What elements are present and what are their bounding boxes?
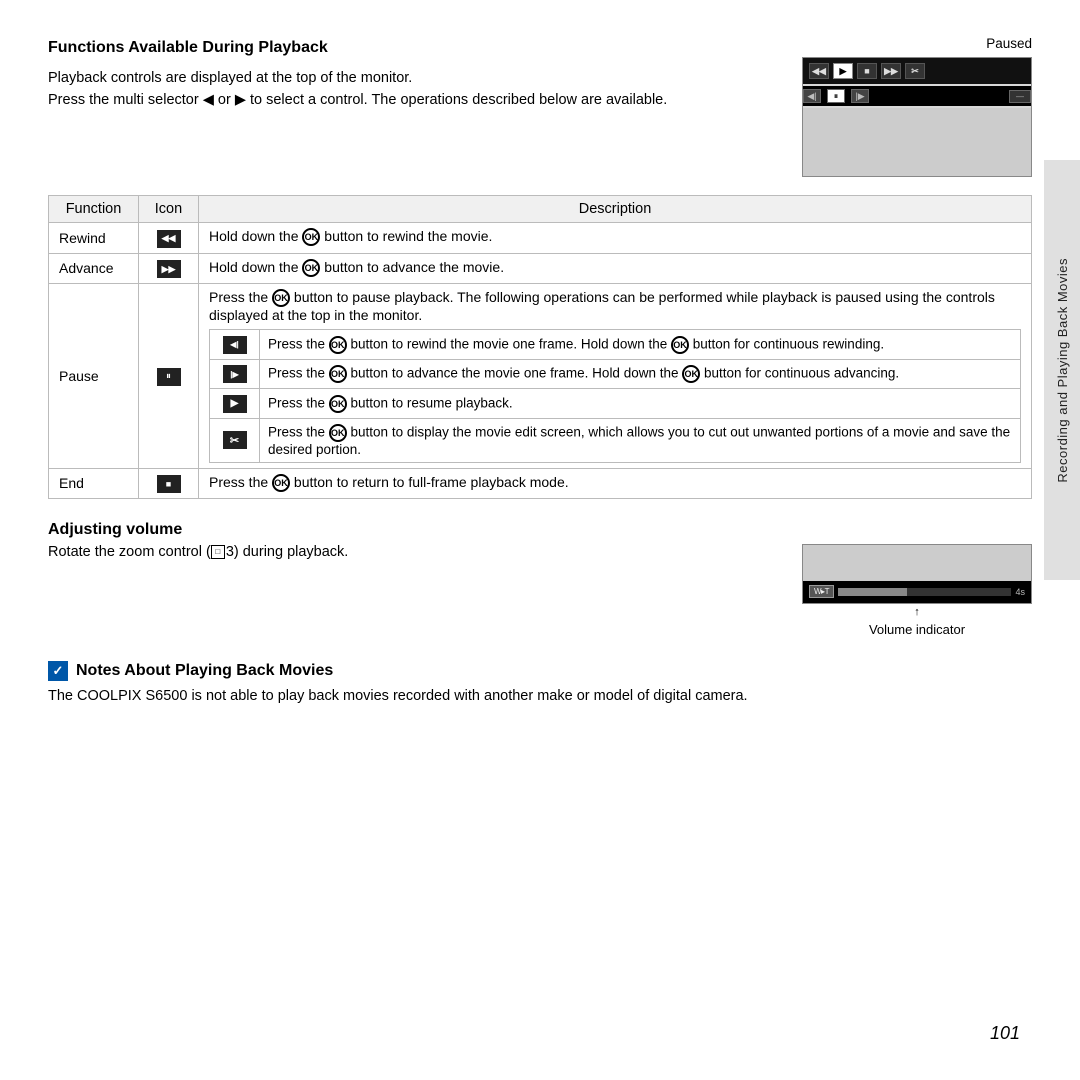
icon-rewind: ◀◀ [139,223,199,254]
table-row-advance: Advance ▶▶ Hold down the OK button to ad… [49,253,1032,284]
sub-row-frame-ff: |▶ Press the OK button to advance the mo… [210,359,1021,389]
camera-second-bar: ◀| ⏸ |▶ — [803,86,1031,106]
frame-ff-icon: |▶ [223,365,247,383]
vol-time: 4s [1015,587,1025,597]
ok-icon-7: OK [682,365,700,383]
notes-header: ✓ Notes About Playing Back Movies [48,661,1032,681]
pause-sub-table: ◀| Press the OK button to rewind the mov… [209,329,1021,463]
sub-icon-frame-ff: |▶ [210,359,260,389]
ok-icon-4: OK [329,336,347,354]
pause-icon: ⏸ [157,368,181,386]
ok-icon-3: OK [272,289,290,307]
camera-content-area [803,108,1031,176]
desc-pause: Press the OK button to pause playback. T… [199,284,1032,469]
desc-rewind: Hold down the OK button to rewind the mo… [199,223,1032,254]
book-icon: □ [211,545,225,559]
func-rewind: Rewind [49,223,139,254]
desc-advance: Hold down the OK button to advance the m… [199,253,1032,284]
edit-ctrl: ✂ [905,63,925,79]
vol-block: Rotate the zoom control (□3) during play… [48,544,1032,637]
sub-icon-edit: ✂ [210,418,260,462]
sub-row-frame-rw: ◀| Press the OK button to rewind the mov… [210,330,1021,360]
ok-icon-9: OK [329,424,347,442]
frame-rw-icon: ◀| [223,336,247,354]
sub-desc-resume: Press the OK button to resume playback. [260,389,1021,419]
section1-title: Functions Available During Playback [48,36,778,61]
play-ctrl: ▶ [833,63,853,79]
camera-screen-paused: Paused ◀◀ ▶ ■ ▶▶ ✂ ◀| ⏸ |▶ — [802,36,1032,177]
vol-arrow-indicator: ↑ [914,606,920,618]
ok-icon-10: OK [272,474,290,492]
intro-para1: Playback controls are displayed at the t… [48,67,778,112]
intro-text-block: Functions Available During Playback Play… [48,36,802,112]
sub-pause-ctrl: ⏸ [827,89,845,103]
rewind-ctrl: ◀◀ [809,63,829,79]
section1-intro-block: Functions Available During Playback Play… [48,36,1032,177]
col-header-function: Function [49,196,139,223]
vol-bar-area: W▸T 4s [803,581,1031,603]
desc-end: Press the OK button to return to full-fr… [199,468,1032,498]
sub-row-resume: ▶ Press the OK button to resume playback… [210,389,1021,419]
advance-icon: ▶▶ [157,260,181,278]
ok-icon: OK [302,228,320,246]
notes-title: Notes About Playing Back Movies [76,662,333,680]
table-row-rewind: Rewind ◀◀ Hold down the OK button to rew… [49,223,1032,254]
vol-indicator-label: Volume indicator [869,622,965,637]
sub-icon-resume: ▶ [210,389,260,419]
resume-icon: ▶ [223,395,247,413]
vol-progress [838,588,1012,596]
notes-check-icon: ✓ [48,661,68,681]
paused-label: Paused [986,36,1032,51]
vol-wt-box: W▸T [809,585,834,598]
functions-table: Function Icon Description Rewind ◀◀ Hold… [48,195,1032,499]
ok-icon-6: OK [329,365,347,383]
sub-end-ctrl: — [875,89,1031,103]
edit-icon: ✂ [223,431,247,449]
func-advance: Advance [49,253,139,284]
table-row-pause: Pause ⏸ Press the OK button to pause pla… [49,284,1032,469]
sub-ff-ctrl: |▶ [851,89,869,103]
end-icon: ■ [157,475,181,493]
sub-icon-frame-rw: ◀| [210,330,260,360]
col-header-description: Description [199,196,1032,223]
adjusting-volume-section: Adjusting volume Rotate the zoom control… [48,521,1032,637]
icon-pause: ⏸ [139,284,199,469]
sub-desc-frame-rw: Press the OK button to rewind the movie … [260,330,1021,360]
ok-icon-2: OK [302,259,320,277]
func-end: End [49,468,139,498]
notes-section: ✓ Notes About Playing Back Movies The CO… [48,661,1032,708]
rewind-icon: ◀◀ [157,230,181,248]
icon-advance: ▶▶ [139,253,199,284]
vol-text: Rotate the zoom control (□3) during play… [48,544,772,560]
icon-end: ■ [139,468,199,498]
stop-ctrl: ■ [857,63,877,79]
func-pause: Pause [49,284,139,469]
camera-top-bar: ◀◀ ▶ ■ ▶▶ ✂ [803,58,1031,84]
vol-image-area: W▸T 4s ↑ Volume indicator [802,544,1032,637]
table-row-end: End ■ Press the OK button to return to f… [49,468,1032,498]
pause-main-desc: Press the OK button to pause playback. T… [209,289,1021,323]
vol-title: Adjusting volume [48,521,1032,539]
ff-ctrl: ▶▶ [881,63,901,79]
sub-desc-frame-ff: Press the OK button to advance the movie… [260,359,1021,389]
ok-icon-8: OK [329,395,347,413]
ok-icon-5: OK [671,336,689,354]
col-header-icon: Icon [139,196,199,223]
vol-screen: W▸T 4s [802,544,1032,604]
sub-rw-ctrl: ◀| [803,89,821,103]
sub-desc-edit: Press the OK button to display the movie… [260,418,1021,462]
camera-display-paused: ◀◀ ▶ ■ ▶▶ ✂ ◀| ⏸ |▶ — [802,57,1032,177]
notes-text: The COOLPIX S6500 is not able to play ba… [48,686,1032,708]
sub-row-edit: ✂ Press the OK button to display the mov… [210,418,1021,462]
vol-progress-fill [838,588,907,596]
